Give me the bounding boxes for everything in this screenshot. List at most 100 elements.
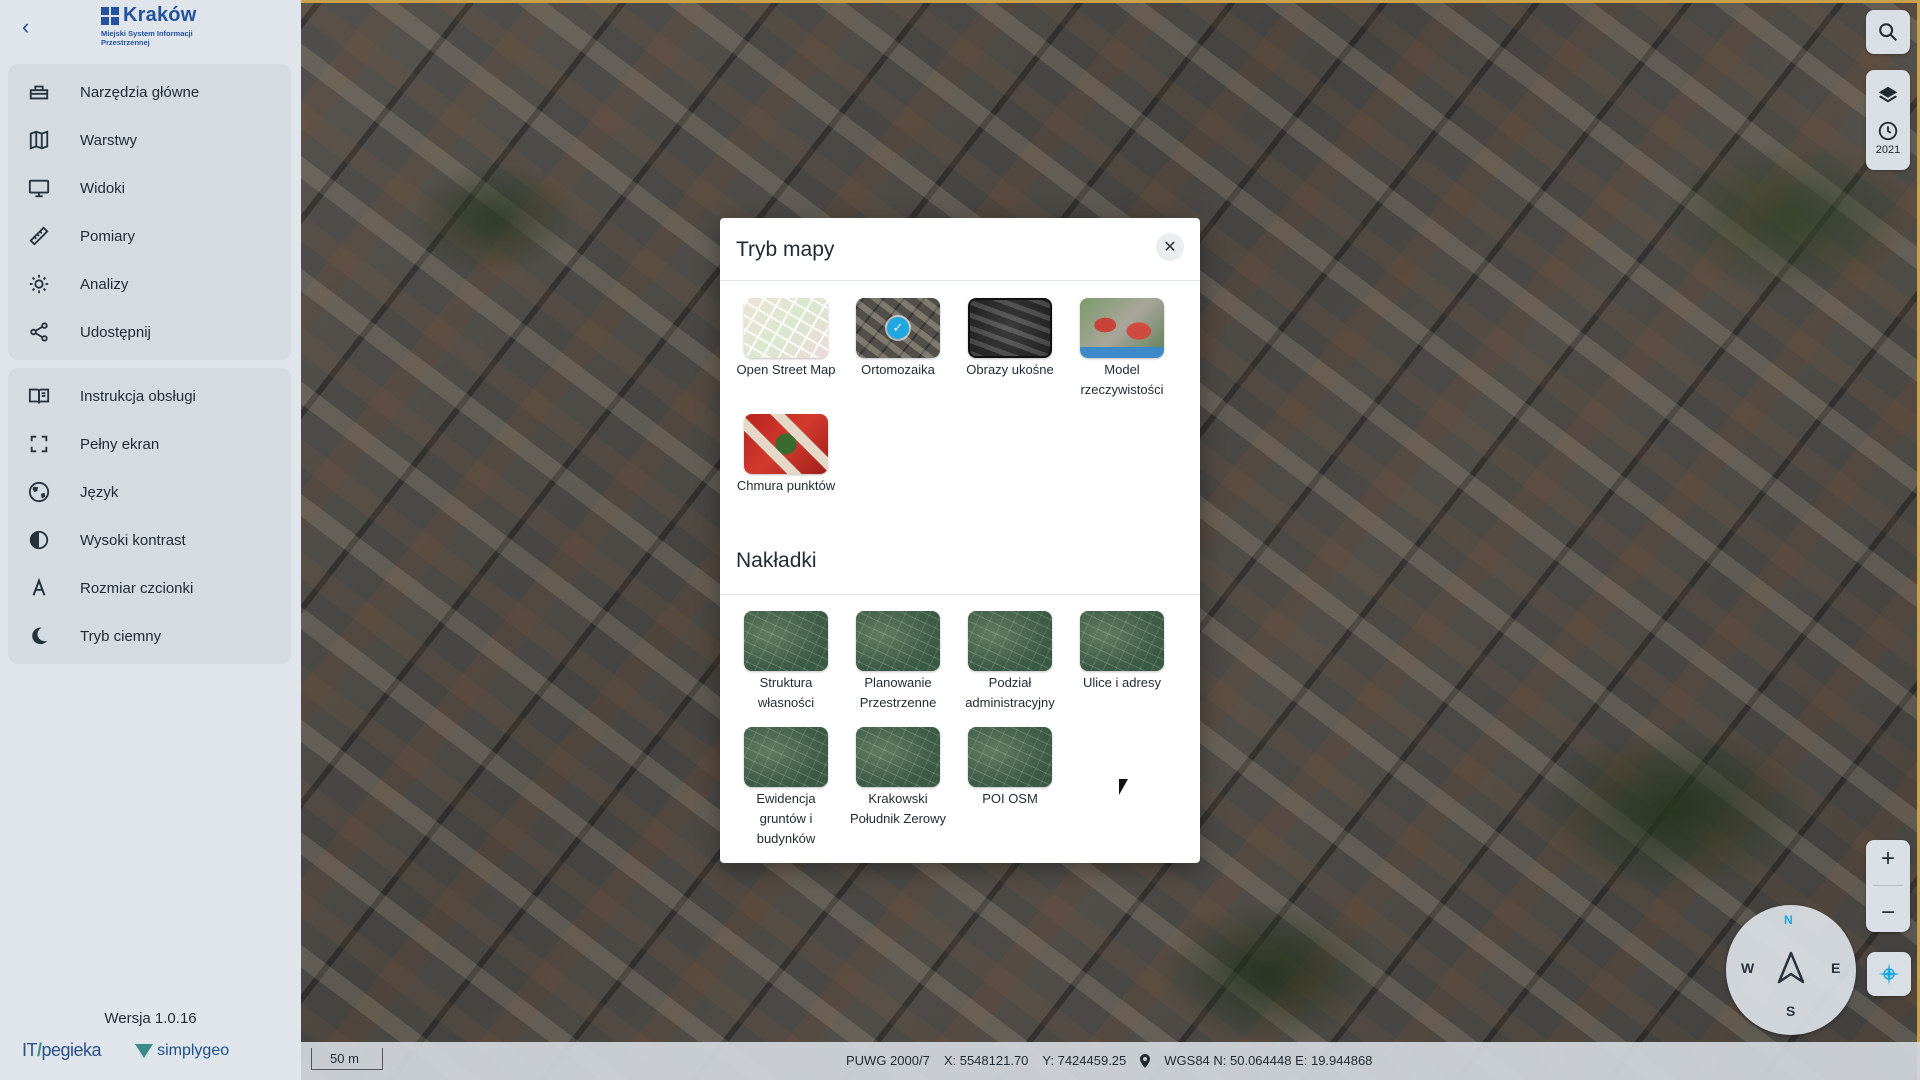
- compass-rose-icon: [1878, 963, 1900, 985]
- map-mode-tile[interactable]: ✓ Ortomozaika: [843, 298, 953, 380]
- sidebar-item-label: Rozmiar czcionki: [80, 579, 194, 597]
- logo-subtitle: Miejski System Informacji Przestrzennej: [101, 29, 193, 47]
- overlay-label: POI OSM: [982, 791, 1038, 806]
- zoom-in-button[interactable]: +: [1881, 847, 1895, 871]
- sidebar-item-main-5[interactable]: Udostępnij: [8, 308, 291, 356]
- overlay-tile[interactable]: Podział administracyjny: [955, 611, 1065, 713]
- overlay-tile[interactable]: Krakowski Południk Zerowy: [843, 727, 953, 829]
- brand-it-prefix: IT: [22, 1040, 38, 1060]
- zoom-out-button[interactable]: −: [1881, 900, 1895, 925]
- overlay-tile[interactable]: Ulice i adresy: [1067, 611, 1177, 693]
- checkmark-icon: ✓: [887, 317, 909, 339]
- brand-simplygeo-name: simplygeo: [157, 1041, 230, 1059]
- compass[interactable]: N W E S: [1726, 905, 1856, 1035]
- monitor-icon: [28, 177, 50, 199]
- brand-it-name: pegieka: [41, 1040, 102, 1060]
- close-icon: ✕: [1163, 239, 1177, 256]
- divider: [720, 280, 1200, 281]
- compass-arrow-icon: [1777, 951, 1805, 984]
- overlays-title: Nakładki: [736, 549, 817, 572]
- overlay-tile[interactable]: Planowanie Przestrzenne: [843, 611, 953, 713]
- overlay-thumbnail: [744, 727, 828, 787]
- overlay-tile[interactable]: POI OSM: [955, 727, 1065, 809]
- scale-bar: 50 m: [311, 1048, 383, 1070]
- toolbox-icon: [28, 81, 50, 103]
- overlay-label: Planowanie Przestrzenne: [859, 675, 937, 710]
- overlay-label: Podział administracyjny: [965, 675, 1055, 710]
- y-coordinate: Y: 7424459.25: [1042, 1053, 1127, 1068]
- brand-logos: IT/pegieka simplygeo: [22, 1040, 229, 1061]
- map-mode-label: Obrazy ukośne: [966, 362, 1054, 377]
- search-button[interactable]: [1866, 10, 1910, 54]
- wgs84-coordinates: WGS84 N: 50.064448 E: 19.944868: [1164, 1053, 1373, 1068]
- map-mode-thumbnail: ✓: [856, 298, 940, 358]
- overlay-tile[interactable]: Ewidencja gruntów i budynków: [731, 727, 841, 849]
- overlay-thumbnail: [856, 727, 940, 787]
- sidebar-item-settings-5[interactable]: Tryb ciemny: [8, 612, 291, 660]
- location-pin-icon: [1140, 1053, 1151, 1068]
- sidebar-item-main-2[interactable]: Widoki: [8, 164, 291, 212]
- analysis-icon: [28, 273, 50, 295]
- sidebar-item-settings-4[interactable]: Rozmiar czcionki: [8, 564, 291, 612]
- sidebar-item-label: Pełny ekran: [80, 435, 160, 453]
- overlay-thumbnail: [1080, 611, 1164, 671]
- sidebar-item-settings-0[interactable]: Instrukcja obsługi: [8, 372, 291, 420]
- map-mode-tile[interactable]: Open Street Map: [731, 298, 841, 380]
- simplygeo-icon: [135, 1043, 154, 1058]
- compass-east: E: [1831, 960, 1841, 976]
- sidebar-item-label: Pomiary: [80, 227, 136, 245]
- compass-south: S: [1786, 1003, 1796, 1019]
- overlay-label: Krakowski Południk Zerowy: [849, 791, 947, 826]
- overlay-thumbnail: [968, 727, 1052, 787]
- coordinates-readout: PUWG 2000/7 X: 5548121.70 Y: 7424459.25 …: [846, 1053, 1372, 1068]
- overlay-thumbnail: [744, 611, 828, 671]
- sidebar-item-label: Instrukcja obsługi: [80, 387, 196, 405]
- close-button[interactable]: ✕: [1156, 233, 1184, 261]
- mouse-cursor: [1119, 779, 1128, 795]
- itpegieka-logo: IT/pegieka: [22, 1040, 102, 1060]
- map-mode-label: Chmura punktów: [736, 478, 836, 493]
- book-icon: [28, 385, 50, 407]
- map-mode-thumbnail: [744, 298, 828, 358]
- layers-icon[interactable]: [1877, 84, 1899, 106]
- overlay-label: Struktura własności: [757, 675, 815, 710]
- logo: Kraków Miejski System Informacji Przestr…: [101, 4, 211, 47]
- overlay-tile[interactable]: Struktura własności: [731, 611, 841, 713]
- simplygeo-logo: simplygeo: [135, 1042, 229, 1060]
- map-mode-label: Model rzeczywistości: [1080, 362, 1164, 397]
- sidebar-item-settings-1[interactable]: Pełny ekran: [8, 420, 291, 468]
- sidebar-item-label: Analizy: [80, 275, 129, 293]
- version-label: Wersja 1.0.16: [104, 1010, 197, 1027]
- sidebar-item-settings-2[interactable]: Język: [8, 468, 291, 516]
- sidebar-item-label: Język: [80, 483, 119, 501]
- sidebar-item-main-0[interactable]: Narzędzia główne: [8, 68, 291, 116]
- ruler-icon: [28, 225, 50, 247]
- sidebar-item-main-4[interactable]: Analizy: [8, 260, 291, 308]
- compass-north: N: [1784, 913, 1793, 927]
- overlay-label: Ewidencja gruntów i budynków: [756, 791, 816, 846]
- year-label: 2021: [1875, 144, 1901, 156]
- map-mode-tile[interactable]: Model rzeczywistości: [1067, 298, 1177, 400]
- map-mode-tile[interactable]: Obrazy ukośne: [955, 298, 1065, 380]
- sidebar-item-settings-3[interactable]: Wysoki kontrast: [8, 516, 291, 564]
- sidebar-item-label: Warstwy: [80, 131, 137, 149]
- sidebar: ‹ Kraków Miejski System Informacji Przes…: [0, 0, 301, 1080]
- layers-time-panel: 2021: [1866, 70, 1910, 170]
- map-mode-tile[interactable]: Chmura punktów: [731, 414, 841, 496]
- sidebar-item-label: Narzędzia główne: [80, 83, 200, 101]
- map-mode-dialog: Tryb mapy ✕ Open Street Map ✓ Ortomozaika O…: [720, 218, 1200, 863]
- overlay-thumbnail: [856, 611, 940, 671]
- zoom-controls: + −: [1866, 840, 1910, 932]
- back-chevron-icon[interactable]: ‹: [22, 14, 29, 40]
- x-coordinate: X: 5548121.70: [943, 1053, 1029, 1068]
- sidebar-item-main-3[interactable]: Pomiary: [8, 212, 291, 260]
- locate-button[interactable]: [1867, 952, 1911, 996]
- map-mode-thumbnail: [1080, 298, 1164, 358]
- contrast-icon: [28, 529, 50, 551]
- clock-icon[interactable]: [1877, 120, 1899, 142]
- sidebar-item-main-1[interactable]: Warstwy: [8, 116, 291, 164]
- menu-group-settings: Instrukcja obsługi Pełny ekran Język Wysoki…: [8, 368, 291, 664]
- compass-west: W: [1741, 960, 1755, 976]
- overlay-thumbnail: [968, 611, 1052, 671]
- crs-label: PUWG 2000/7: [846, 1053, 930, 1068]
